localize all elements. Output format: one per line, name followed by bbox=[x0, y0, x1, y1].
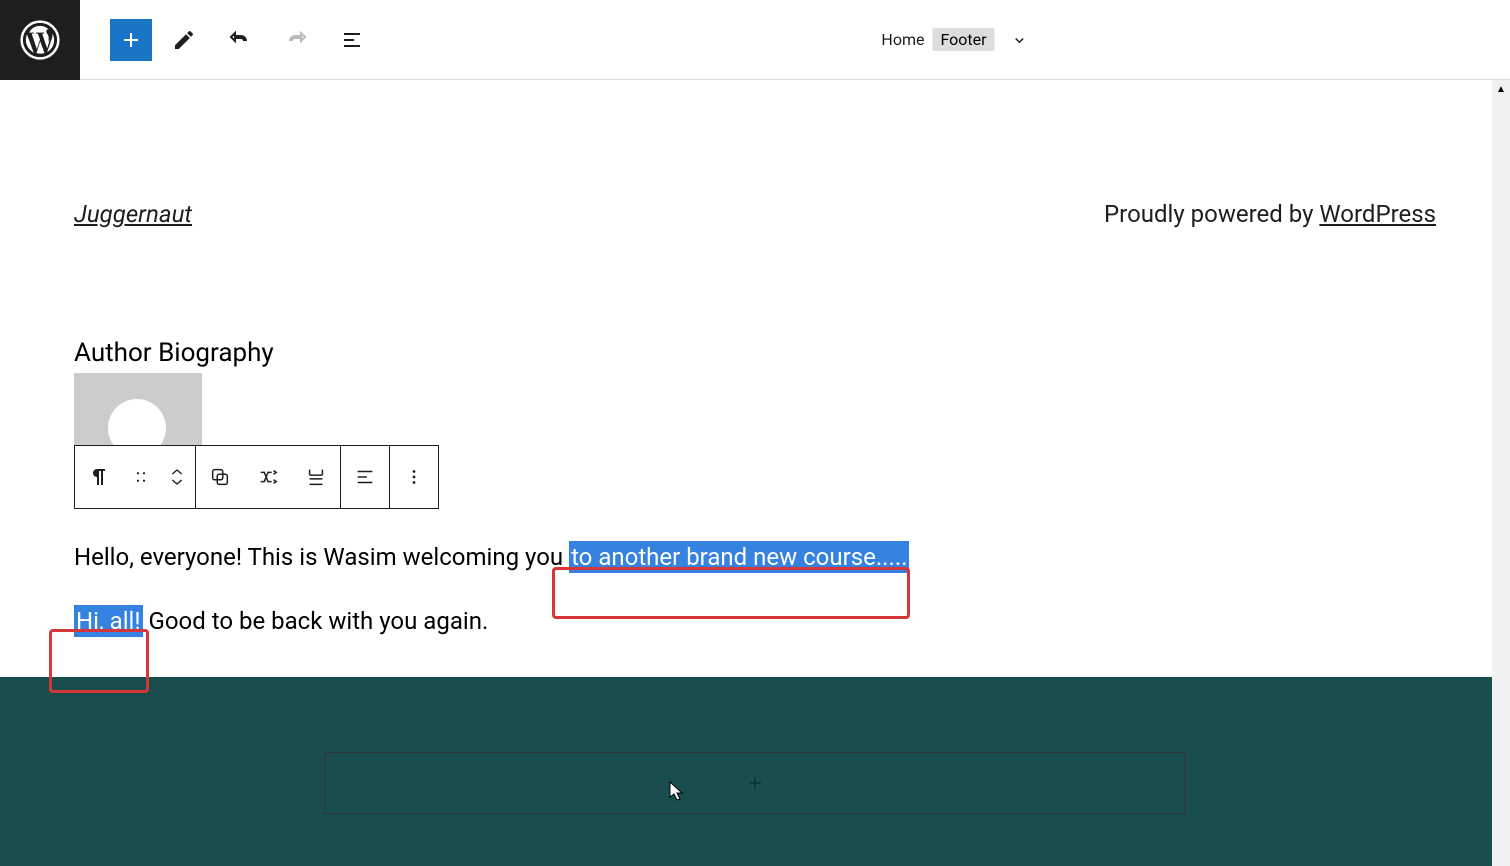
paragraph-icon bbox=[87, 465, 111, 489]
redo-icon bbox=[284, 28, 308, 52]
editor-top-toolbar: Home Footer bbox=[0, 0, 1510, 80]
plus-icon bbox=[745, 773, 765, 793]
editor-canvas[interactable]: Juggernaut Proudly powered by WordPress … bbox=[0, 80, 1510, 866]
undo-icon bbox=[228, 28, 252, 52]
paragraph-block-type-button[interactable] bbox=[75, 446, 123, 508]
block-toolbar bbox=[74, 445, 439, 509]
dark-footer-block[interactable] bbox=[0, 677, 1510, 866]
scroll-up-arrow[interactable]: ▲ bbox=[1492, 80, 1510, 98]
bio-p1-text: Hello, everyone! This is Wasim welcoming… bbox=[74, 543, 569, 571]
copy-icon bbox=[209, 466, 231, 488]
insert-icon bbox=[305, 466, 327, 488]
add-block-placeholder-button[interactable] bbox=[324, 752, 1186, 814]
undo-button[interactable] bbox=[216, 16, 264, 64]
shuffle-button[interactable] bbox=[244, 446, 292, 508]
avatar-placeholder-icon bbox=[108, 399, 166, 445]
align-left-icon bbox=[354, 466, 376, 488]
bio-paragraph-1[interactable]: Hello, everyone! This is Wasim welcoming… bbox=[0, 509, 1510, 575]
more-options-button[interactable] bbox=[390, 446, 438, 508]
breadcrumb-footer[interactable]: Footer bbox=[932, 28, 994, 51]
insert-button[interactable] bbox=[292, 446, 340, 508]
powered-by-prefix: Proudly powered by bbox=[1104, 200, 1319, 228]
plus-icon bbox=[119, 28, 143, 52]
edit-mode-button[interactable] bbox=[160, 16, 208, 64]
breadcrumb-home[interactable]: Home bbox=[881, 30, 924, 49]
breadcrumb-navigation[interactable]: Home Footer bbox=[881, 28, 1028, 51]
shuffle-icon bbox=[257, 466, 279, 488]
vertical-scrollbar[interactable]: ▲ bbox=[1492, 80, 1510, 866]
bio-p1-selected-text: to another brand new course..... bbox=[569, 541, 909, 573]
pencil-icon bbox=[172, 28, 196, 52]
wordpress-icon bbox=[20, 20, 60, 60]
move-up-down-buttons[interactable] bbox=[159, 446, 195, 508]
align-button[interactable] bbox=[341, 446, 389, 508]
list-view-button[interactable] bbox=[328, 16, 376, 64]
chevron-down-icon bbox=[169, 477, 185, 487]
author-avatar[interactable] bbox=[74, 373, 202, 445]
chevron-down-icon bbox=[1011, 31, 1029, 49]
toolbar-left-group bbox=[80, 16, 376, 64]
site-title-link[interactable]: Juggernaut bbox=[74, 200, 192, 228]
bio-paragraph-2[interactable]: Hi, all! Good to be back with you again. bbox=[0, 575, 1510, 639]
drag-icon bbox=[132, 468, 150, 486]
drag-handle[interactable] bbox=[123, 446, 159, 508]
more-vertical-icon bbox=[403, 466, 425, 488]
list-view-icon bbox=[340, 28, 364, 52]
chevron-up-icon bbox=[169, 467, 185, 477]
bio-p2-text: Good to be back with you again. bbox=[143, 607, 489, 635]
bio-p2-selected-text: Hi, all! bbox=[74, 605, 143, 637]
footer-credit-row: Juggernaut Proudly powered by WordPress bbox=[0, 80, 1510, 228]
powered-by-text: Proudly powered by WordPress bbox=[1104, 200, 1436, 228]
wordpress-logo-button[interactable] bbox=[0, 0, 80, 80]
author-bio-heading[interactable]: Author Biography bbox=[74, 338, 1436, 368]
copy-block-button[interactable] bbox=[196, 446, 244, 508]
wordpress-link[interactable]: WordPress bbox=[1319, 200, 1436, 228]
author-bio-section: Author Biography bbox=[0, 228, 1510, 509]
redo-button[interactable] bbox=[272, 16, 320, 64]
add-block-button[interactable] bbox=[110, 19, 152, 61]
